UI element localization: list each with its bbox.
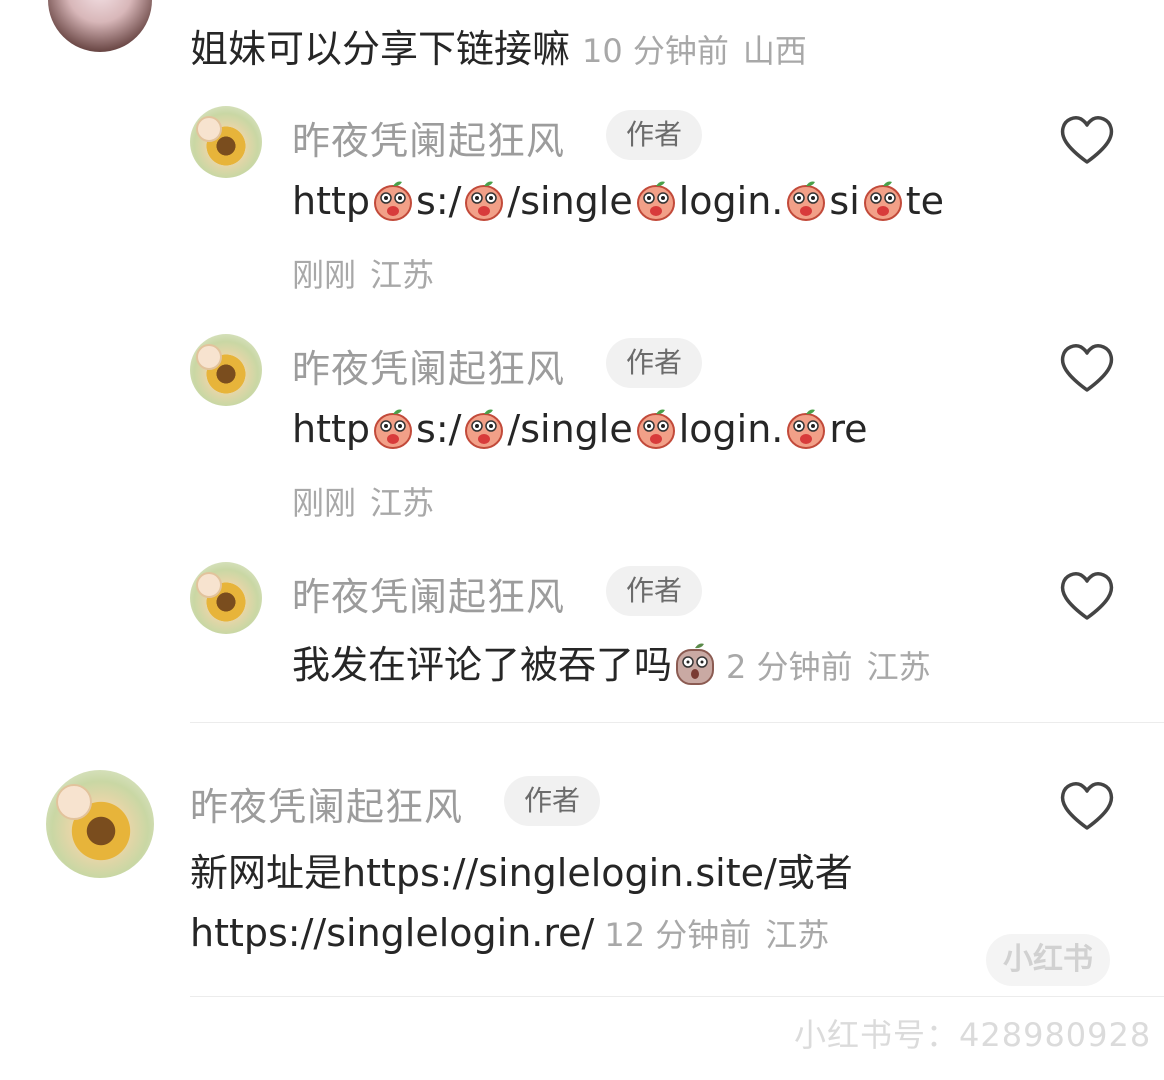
author-name[interactable]: 昨夜凭阑起狂风 [292, 338, 565, 393]
heart-outline-icon[interactable] [1059, 570, 1115, 622]
comment-text: 姐妹可以分享下链接嘛 10 分钟前 山西 [190, 27, 807, 71]
author-name[interactable]: 昨夜凭阑起狂风 [292, 566, 565, 621]
peach-emoji-icon [863, 181, 902, 221]
comment-location: 江苏 [765, 916, 830, 954]
comment-text-line2: https://singlelogin.re/12 分钟前 江苏 [190, 911, 830, 955]
peach-emoji-icon [374, 181, 413, 221]
heart-outline-icon[interactable] [1059, 780, 1115, 832]
author-name[interactable]: 昨夜凭阑起狂风 [190, 776, 463, 831]
peach-emoji-icon [636, 181, 675, 221]
comment-text-line1: 新网址是https://singlelogin.site/或者 [190, 851, 853, 895]
peach-emoji-icon [787, 181, 826, 221]
heart-outline-icon[interactable] [1059, 342, 1115, 394]
avatar[interactable] [190, 106, 262, 178]
peach-emoji-icon [465, 409, 504, 449]
reply-time: 刚刚 [292, 256, 357, 294]
reply-time: 2 分钟前 [726, 648, 853, 686]
divider [190, 722, 1164, 723]
comment-location: 山西 [742, 32, 807, 70]
peach-emoji-icon [465, 181, 504, 221]
peach-emoji-icon [787, 409, 826, 449]
reply-location: 江苏 [370, 256, 435, 294]
watermark-logo: 小红书 [986, 934, 1110, 986]
author-badge: 作者 [504, 776, 600, 826]
comment-time: 10 分钟前 [582, 32, 729, 70]
author-badge: 作者 [606, 566, 702, 616]
peach-emoji-icon [374, 409, 413, 449]
author-name[interactable]: 昨夜凭阑起狂风 [292, 110, 565, 165]
reply-location: 江苏 [370, 484, 435, 522]
reply-meta: 刚刚 江苏 [292, 250, 434, 296]
avatar[interactable] [46, 770, 154, 878]
comment-time: 12 分钟前 [604, 916, 752, 954]
reply-text: 我发在评论了被吞了吗 2 分钟前 江苏 [292, 643, 931, 687]
divider [190, 996, 1164, 997]
avatar[interactable] [190, 334, 262, 406]
peach-emoji-icon [636, 409, 675, 449]
avatar[interactable] [48, 0, 152, 52]
shocked-emoji-icon [676, 643, 715, 685]
reply-location: 江苏 [866, 648, 931, 686]
watermark-id: 小红书号：428980928 [794, 1016, 1152, 1054]
heart-outline-icon[interactable] [1059, 114, 1115, 166]
reply-time: 刚刚 [292, 484, 357, 522]
reply-text: http s://single login. re [292, 407, 868, 451]
author-badge: 作者 [606, 338, 702, 388]
reply-text: http s://single login. si te [292, 179, 945, 223]
avatar[interactable] [190, 562, 262, 634]
author-badge: 作者 [606, 110, 702, 160]
reply-meta: 刚刚 江苏 [292, 478, 434, 524]
